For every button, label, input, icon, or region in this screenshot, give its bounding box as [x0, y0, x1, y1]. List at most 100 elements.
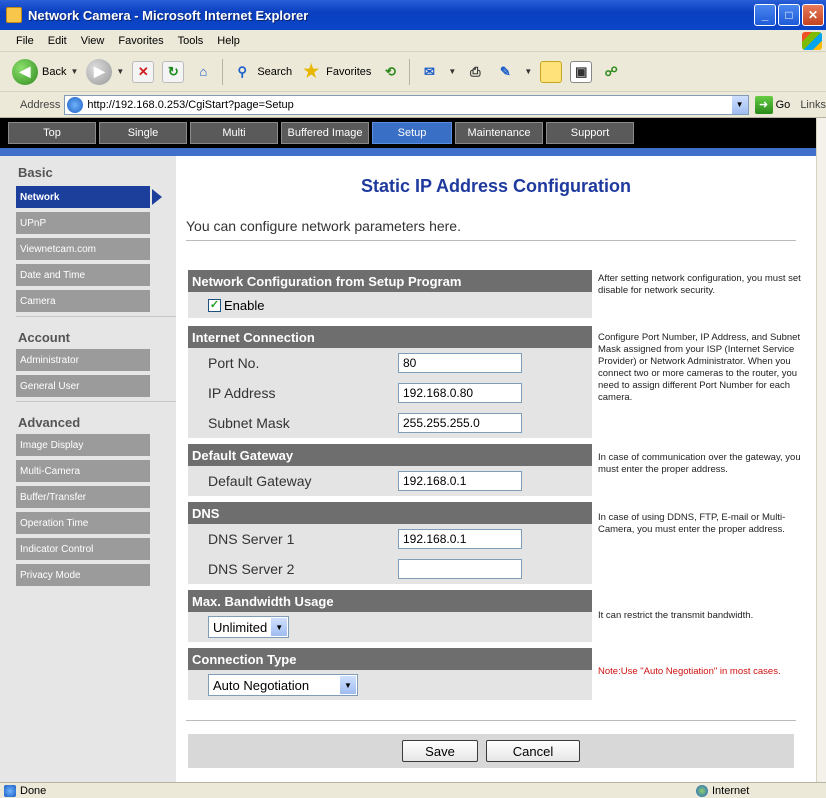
tab-buffered-image[interactable]: Buffered Image [281, 122, 369, 144]
page-viewport: Top Single Multi Buffered Image Setup Ma… [0, 118, 816, 782]
mail-icon[interactable]: ✉ [418, 61, 440, 83]
dns2-input[interactable] [398, 559, 522, 579]
sidebar-divider [16, 401, 176, 402]
sidebar-item-buffer-transfer[interactable]: Buffer/Transfer [16, 486, 150, 508]
dns1-label: DNS Server 1 [208, 531, 295, 547]
address-input[interactable]: http://192.168.0.253/CgiStart?page=Setup… [64, 94, 749, 115]
edit-icon[interactable]: ✎ [494, 61, 516, 83]
search-button[interactable]: ⚲ Search [231, 61, 293, 83]
tab-maintenance[interactable]: Maintenance [455, 122, 543, 144]
chevron-down-icon: ▼ [340, 676, 356, 694]
favorites-button[interactable]: ★ Favorites [300, 61, 371, 83]
subnet-mask-label: Subnet Mask [208, 415, 290, 431]
menu-tools[interactable]: Tools [178, 35, 204, 47]
note-connection: Note:Use "Auto Negotiation" in most case… [598, 666, 781, 677]
dropdown-arrow-icon[interactable]: ▼ [524, 67, 532, 76]
back-button[interactable]: ◀ Back ▼ [12, 58, 79, 85]
sidebar-item-upnp[interactable]: UPnP [16, 212, 150, 234]
favorites-label: Favorites [326, 65, 372, 78]
discuss-icon[interactable] [540, 60, 563, 83]
dns2-label: DNS Server 2 [208, 561, 295, 577]
menu-file[interactable]: File [16, 35, 34, 47]
menu-favorites[interactable]: Favorites [118, 35, 163, 47]
section-header-internet: Internet Connection [188, 326, 592, 348]
history-icon[interactable]: ⟲ [379, 61, 401, 83]
forward-arrow-icon: ▶ [86, 58, 113, 85]
ip-address-input[interactable]: 192.168.0.80 [398, 383, 522, 403]
main-content: Static IP Address Configuration You can … [176, 156, 816, 782]
enable-checkbox[interactable]: ✓ [208, 298, 221, 312]
print-icon[interactable]: ⎙ [464, 61, 486, 83]
sidebar-item-image-display[interactable]: Image Display [16, 434, 150, 456]
window-controls: _ □ ✕ [754, 4, 824, 26]
menu-view[interactable]: View [81, 35, 105, 47]
sidebar-item-indicator-control[interactable]: Indicator Control [16, 538, 150, 560]
menu-edit[interactable]: Edit [48, 35, 67, 47]
dropdown-arrow-icon: ▼ [70, 67, 79, 76]
dns1-row: DNS Server 1 192.168.0.1 [188, 524, 592, 554]
address-url[interactable]: http://192.168.0.253/CgiStart?page=Setup [87, 99, 731, 111]
sidebar-item-multi-camera[interactable]: Multi-Camera [16, 460, 150, 482]
toolbar-separator [409, 58, 411, 85]
messenger-icon[interactable]: ☍ [600, 61, 622, 83]
page-icon [67, 96, 84, 113]
sidebar-item-camera[interactable]: Camera [16, 290, 150, 312]
dropdown-arrow-icon[interactable]: ▼ [448, 67, 456, 76]
sidebar-item-general-user[interactable]: General User [16, 375, 150, 397]
section-header-bandwidth: Max. Bandwidth Usage [188, 590, 592, 612]
tab-single[interactable]: Single [99, 122, 187, 144]
note-gateway: In case of communication over the gatewa… [598, 452, 801, 475]
refresh-icon[interactable]: ↻ [162, 60, 185, 83]
back-arrow-icon: ◀ [12, 58, 38, 85]
divider [186, 240, 796, 241]
bandwidth-row: Unlimited ▼ [188, 612, 592, 642]
tab-support[interactable]: Support [546, 122, 634, 144]
home-icon[interactable]: ⌂ [192, 61, 214, 83]
minimize-button[interactable]: _ [754, 4, 776, 26]
research-icon[interactable]: ▣ [570, 60, 593, 83]
search-icon: ⚲ [237, 63, 248, 79]
sidebar-item-date-time[interactable]: Date and Time [16, 264, 150, 286]
help-notes: After setting network configuration, you… [594, 270, 804, 678]
sidebar-item-network[interactable]: Network [16, 186, 162, 208]
stop-icon[interactable]: ✕ [132, 60, 155, 83]
port-input[interactable]: 80 [398, 353, 522, 373]
zone-label: Internet [712, 784, 750, 797]
cancel-button[interactable]: Cancel [486, 740, 580, 762]
gateway-input[interactable]: 192.168.0.1 [398, 471, 522, 491]
sidebar-item-administrator[interactable]: Administrator [16, 349, 150, 371]
address-bar: Address http://192.168.0.253/CgiStart?pa… [0, 92, 826, 118]
dns1-input[interactable]: 192.168.0.1 [398, 529, 522, 549]
mask-row: Subnet Mask 255.255.255.0 [188, 408, 592, 438]
divider [186, 720, 796, 721]
close-button[interactable]: ✕ [802, 4, 824, 26]
save-button[interactable]: Save [402, 740, 478, 762]
settings-sidebar: Basic Network UPnP Viewnetcam.com Date a… [0, 156, 176, 782]
address-label: Address [20, 98, 61, 111]
ie-app-icon [6, 7, 22, 23]
note-setup-program: After setting network configuration, you… [598, 273, 801, 296]
menu-help[interactable]: Help [217, 35, 240, 47]
sidebar-item-operation-time[interactable]: Operation Time [16, 512, 150, 534]
forward-button[interactable]: ▶ ▼ [86, 58, 124, 85]
section-header-dns: DNS [188, 502, 592, 524]
vertical-scrollbar[interactable] [816, 118, 826, 782]
tab-setup[interactable]: Setup [372, 122, 452, 144]
links-button[interactable]: Links [800, 99, 826, 111]
tab-multi[interactable]: Multi [190, 122, 278, 144]
note-bandwidth: It can restrict the transmit bandwidth. [598, 610, 754, 621]
sidebar-item-privacy-mode[interactable]: Privacy Mode [16, 564, 150, 586]
go-button[interactable]: ➜ Go [754, 95, 790, 114]
bandwidth-select[interactable]: Unlimited ▼ [208, 616, 290, 638]
address-dropdown-icon[interactable]: ▼ [731, 95, 748, 114]
note-internet: Configure Port Number, IP Address, and S… [598, 332, 801, 403]
maximize-button[interactable]: □ [778, 4, 800, 26]
status-bar: Done Internet [0, 782, 826, 798]
menu-bar: File Edit View Favorites Tools Help [0, 30, 826, 52]
tab-top[interactable]: Top [8, 122, 96, 144]
sidebar-item-viewnetcam[interactable]: Viewnetcam.com [16, 238, 150, 260]
page-title: Static IP Address Configuration [360, 176, 632, 196]
connection-type-select[interactable]: Auto Negotiation ▼ [208, 674, 358, 696]
note-dns: In case of using DDNS, FTP, E-mail or Mu… [598, 512, 786, 535]
subnet-mask-input[interactable]: 255.255.255.0 [398, 413, 522, 433]
